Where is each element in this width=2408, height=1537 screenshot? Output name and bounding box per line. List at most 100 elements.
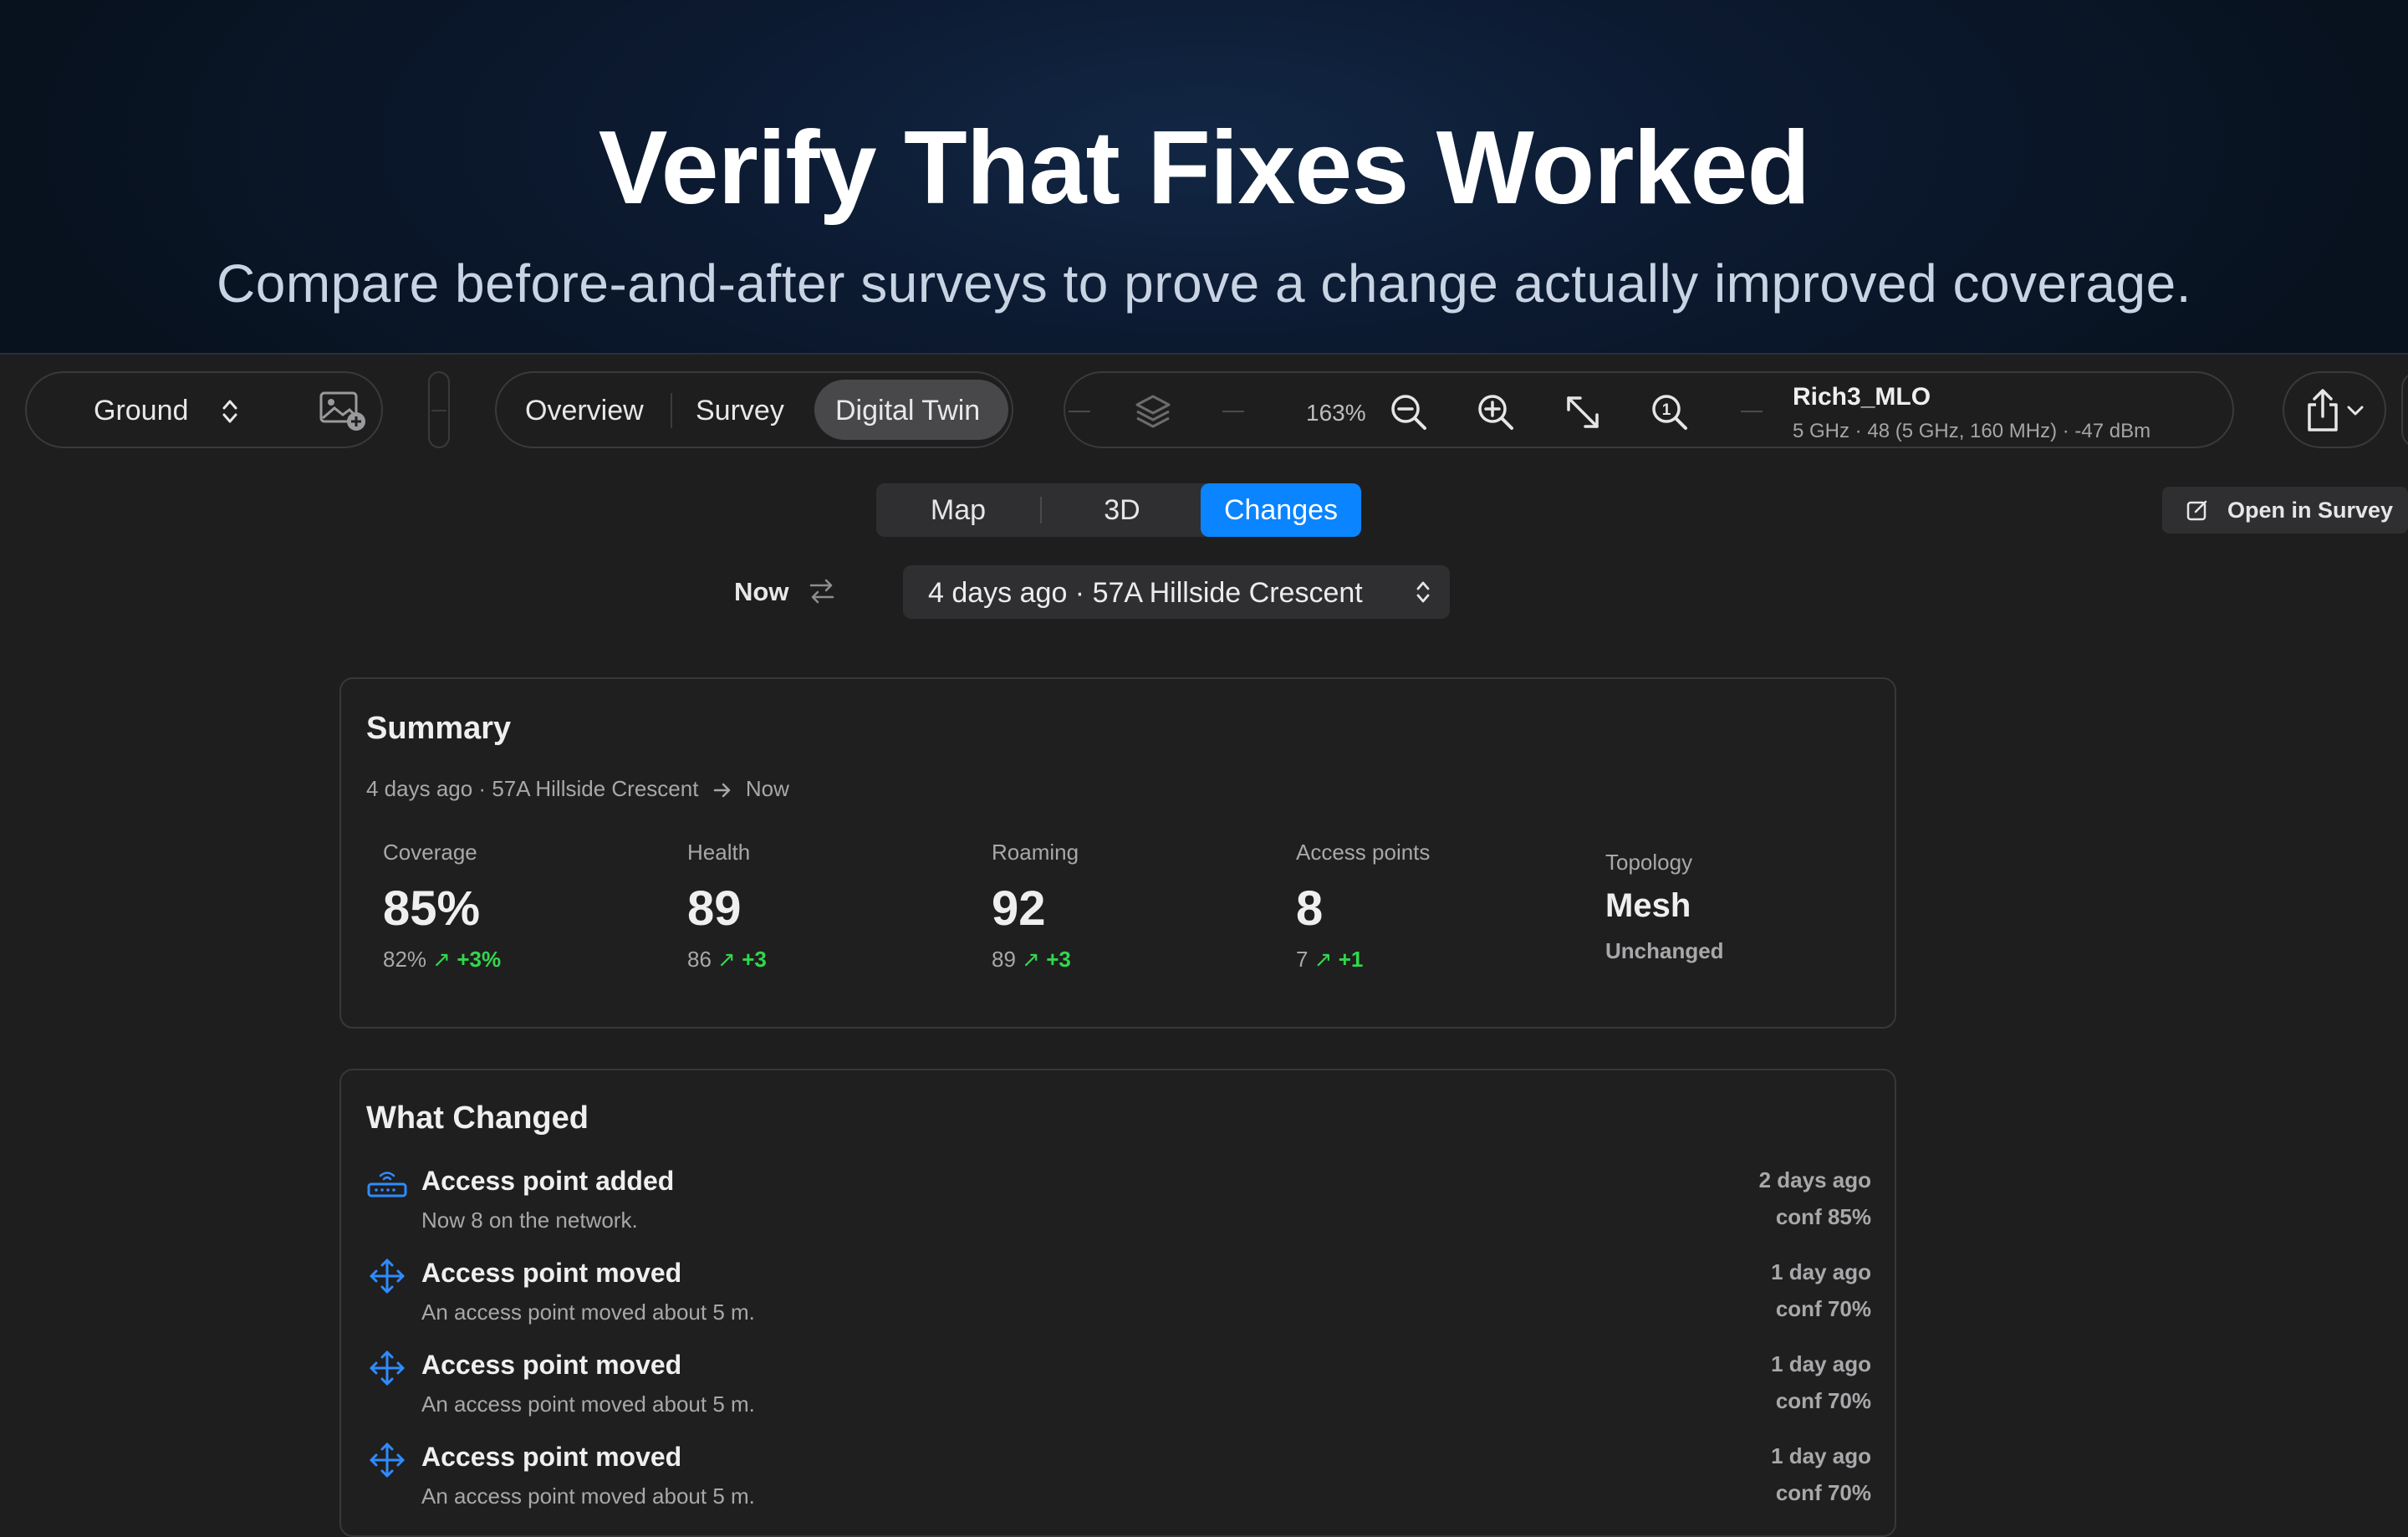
- floor-label: Ground: [94, 395, 189, 426]
- open-in-survey-button[interactable]: Open in Survey: [2162, 487, 2408, 534]
- metric-label: Access points: [1296, 840, 1431, 865]
- what-changed-title: What Changed: [366, 1100, 589, 1136]
- metric-label: Roaming: [992, 840, 1079, 865]
- summary-card: Summary 4 days ago · 57A Hillside Cresce…: [339, 677, 1896, 1029]
- change-confidence: conf 85%: [1775, 1204, 1871, 1229]
- change-item[interactable]: Access point moved An access point moved…: [366, 1256, 1871, 1348]
- compare-current-label: Now: [734, 577, 789, 606]
- metric-delta: 89 ↗ +3: [992, 947, 1276, 973]
- up-down-chevron-icon: [1416, 581, 1430, 603]
- change-title: Access point moved: [421, 1442, 682, 1472]
- main-navigation: Overview Survey Digital Twin: [495, 371, 1013, 448]
- layers-icon[interactable]: [1132, 391, 1174, 433]
- metric-note: Unchanged: [1605, 938, 1724, 963]
- metric-change: +1: [1338, 947, 1364, 972]
- metric-change: +3: [742, 947, 767, 972]
- svg-text:1: 1: [1662, 401, 1671, 419]
- tool-divider: [1741, 411, 1763, 412]
- change-item[interactable]: Access point moved An access point moved…: [366, 1348, 1871, 1440]
- metric-label: Health: [687, 840, 751, 865]
- metric-health: Health 89 86 ↗ +3: [687, 840, 972, 973]
- metric-coverage: Coverage 85% 82% ↗ +3%: [383, 840, 667, 973]
- trend-up-icon: ↗: [1314, 947, 1333, 972]
- trend-up-icon: ↗: [432, 947, 452, 972]
- move-arrows-icon: [370, 1351, 405, 1386]
- trend-up-icon: ↗: [717, 947, 736, 972]
- nav-overview[interactable]: Overview: [525, 395, 644, 427]
- metric-value: Mesh: [1605, 887, 1691, 924]
- change-time: 1 day ago: [1771, 1443, 1871, 1468]
- share-menu-button[interactable]: [2283, 371, 2386, 448]
- metric-label: Coverage: [383, 840, 477, 865]
- change-title: Access point moved: [421, 1350, 682, 1380]
- toolbar-spacer-handle[interactable]: [428, 371, 450, 448]
- move-arrows-icon: [370, 1259, 405, 1294]
- chevron-down-icon: [2347, 406, 2364, 416]
- change-item[interactable]: Access point moved An access point moved…: [366, 1440, 1871, 1532]
- metric-value: 85%: [383, 881, 481, 936]
- zoom-out-icon[interactable]: [1388, 391, 1430, 433]
- summary-range-to: Now: [745, 776, 789, 801]
- change-description: An access point moved about 5 m.: [421, 1483, 755, 1509]
- fit-to-screen-icon[interactable]: [1562, 391, 1604, 433]
- metric-delta: 86 ↗ +3: [687, 947, 972, 973]
- change-description: An access point moved about 5 m.: [421, 1300, 755, 1325]
- swap-icon[interactable]: [808, 577, 836, 605]
- tab-3d[interactable]: 3D: [1042, 483, 1202, 537]
- metric-label: Topology: [1605, 850, 1693, 875]
- nav-digital-twin[interactable]: Digital Twin: [835, 395, 980, 427]
- trend-up-icon: ↗: [1022, 947, 1040, 972]
- change-title: Access point added: [421, 1166, 675, 1196]
- metric-previous: 86: [687, 947, 712, 972]
- add-floor-image-icon[interactable]: [319, 390, 368, 431]
- summary-range: 4 days ago · 57A Hillside Crescent Now: [366, 776, 789, 802]
- tab-map[interactable]: Map: [876, 483, 1040, 537]
- hero-title: Verify That Fixes Worked: [598, 110, 1810, 226]
- summary-title: Summary: [366, 711, 512, 746]
- open-in-survey-label: Open in Survey: [2227, 498, 2394, 523]
- actual-size-icon[interactable]: 1: [1649, 391, 1691, 433]
- metric-value: 8: [1296, 881, 1324, 936]
- metric-value: 89: [687, 881, 742, 936]
- summary-range-from: 4 days ago · 57A Hillside Crescent: [366, 776, 699, 801]
- overflow-toolbar-item[interactable]: [2401, 371, 2408, 448]
- app-window: Ground Overview Survey Digital Twin 163%…: [0, 355, 2408, 1537]
- metric-value: 92: [992, 881, 1046, 936]
- what-changed-card: What Changed Access point added Now 8 on…: [339, 1069, 1896, 1537]
- change-confidence: conf 70%: [1775, 1480, 1871, 1505]
- network-name: Rich3_MLO: [1793, 383, 1931, 411]
- edit-icon: [2186, 500, 2207, 521]
- change-confidence: conf 70%: [1775, 1296, 1871, 1321]
- floor-selector[interactable]: Ground: [25, 371, 383, 448]
- view-segmented-control: Map 3D Changes: [876, 483, 1361, 537]
- tab-changes[interactable]: Changes: [1201, 483, 1361, 537]
- metric-previous: 89: [992, 947, 1016, 972]
- move-arrows-icon: [370, 1443, 405, 1478]
- metric-previous: 7: [1296, 947, 1309, 972]
- change-time: 2 days ago: [1758, 1167, 1871, 1192]
- change-time: 1 day ago: [1771, 1259, 1871, 1284]
- change-description: An access point moved about 5 m.: [421, 1391, 755, 1417]
- zoom-in-icon[interactable]: [1475, 391, 1517, 433]
- metric-topology: Topology Mesh Unchanged: [1605, 850, 1724, 964]
- router-icon: [367, 1172, 407, 1197]
- metric-access-points: Access points 8 7 ↗ +1: [1296, 840, 1580, 973]
- metric-previous: 82%: [383, 947, 427, 972]
- nav-survey[interactable]: Survey: [696, 395, 784, 427]
- change-time: 1 day ago: [1771, 1351, 1871, 1376]
- tool-divider: [1069, 411, 1090, 412]
- metric-roaming: Roaming 92 89 ↗ +3: [992, 840, 1276, 973]
- change-confidence: conf 70%: [1775, 1388, 1871, 1413]
- metric-delta: 82% ↗ +3%: [383, 947, 667, 973]
- metric-change: +3: [1046, 947, 1071, 972]
- metric-delta: 7 ↗ +1: [1296, 947, 1580, 973]
- up-down-chevron-icon: [222, 400, 237, 423]
- nav-divider: [671, 393, 672, 428]
- baseline-survey-select[interactable]: 4 days ago · 57A Hillside Crescent: [903, 565, 1450, 619]
- arrow-right-icon: [713, 783, 730, 798]
- hero-banner: Verify That Fixes Worked Compare before-…: [0, 0, 2408, 355]
- change-item[interactable]: Access point added Now 8 on the network.…: [366, 1164, 1871, 1256]
- share-icon: [2308, 389, 2338, 431]
- tool-divider: [1222, 411, 1244, 412]
- network-details: 5 GHz · 48 (5 GHz, 160 MHz) · -47 dBm: [1793, 420, 2151, 442]
